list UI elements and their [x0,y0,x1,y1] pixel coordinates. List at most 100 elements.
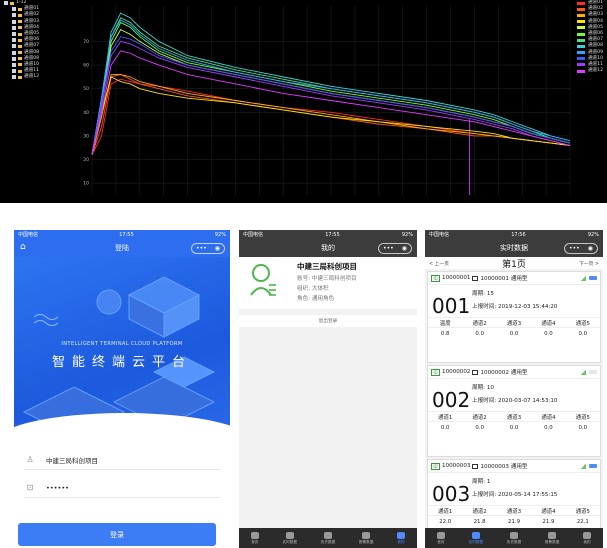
channel-grid: 温度 通道2 通道3 通道4 通道5 0.8 0.0 0.0 0.0 0.0 [428,317,600,339]
tree-item[interactable]: 通道12 [4,74,39,80]
channel-value: 0.0 [509,424,519,431]
device-id: 10000002 [442,369,471,375]
tab-label: 我的 [397,539,405,544]
password-field[interactable]: ⊡ •••••• [24,478,220,498]
close-circle-icon[interactable]: ◉ [402,245,407,252]
checkbox-icon[interactable] [12,56,16,61]
device-number: 003 [432,482,471,506]
checkbox-icon[interactable] [12,62,16,67]
capsule-menu[interactable]: ••• ◉ [191,243,225,254]
tab-icon [323,531,332,539]
device-header: ID 10000001 10000001 通用型 [428,272,600,285]
monitor-icon [472,275,479,281]
capsule-menu[interactable]: ••• ◉ [564,243,598,254]
y-tick-label: 60 [83,63,89,69]
more-icon[interactable]: ••• [383,245,394,252]
org-row: 组织: 大体积 [297,286,329,292]
checkbox-icon[interactable] [12,19,16,24]
channel-value: 22.1 [576,518,589,525]
device-id: 10000003 [442,463,471,469]
channel-value-row: 0.0 0.0 0.0 0.0 0.0 [428,422,600,433]
checkbox-icon[interactable] [12,75,16,80]
device-card[interactable]: ID 10000002 10000002 通用型 002 周期: 10 上报时间: 202… [427,365,601,457]
tab-icon [250,531,259,539]
checkbox-icon[interactable] [12,32,16,37]
legend-swatch [576,38,585,42]
tab-icon [509,531,518,539]
logout-button[interactable]: 退出登录 [239,315,417,327]
next-page-button[interactable]: 下一页 > [579,260,599,267]
tab-label: 报警数据 [544,539,560,544]
checkbox-icon[interactable] [12,7,16,12]
device-id-icon: ID [431,274,440,282]
tab-item[interactable]: 实时数据 [283,531,297,545]
channel-tree[interactable]: 1-12 通道01 通道02 通道03 通道04 通道05 通道06 通道07 通道08 通道0… [4,0,39,80]
tree-item-label: 通道12 [24,74,40,80]
checkbox-icon[interactable] [12,50,16,55]
channel-header: 通道5 [575,320,590,327]
hero-banner: INTELLIGENT TERMINAL CLOUD PLATFORM 智能终端… [14,257,230,443]
capsule-menu[interactable]: ••• ◉ [378,243,412,254]
page-number: 第1页 [502,259,526,270]
channel-header: 通道2 [472,320,487,327]
battery-level: 92% [587,231,599,238]
login-button[interactable]: 登录 [18,523,216,546]
device-id-icon: ID [431,368,440,376]
channel-header: 通道5 [575,414,590,421]
channel-header: 通道5 [575,508,590,515]
tab-item[interactable]: 历史数据 [507,531,521,545]
checkbox-icon[interactable] [12,44,16,49]
more-icon[interactable]: ••• [196,245,207,252]
lock-icon: ⊡ [26,483,34,492]
carrier-label: 中国电信 [429,232,450,238]
tab-label: 实时数据 [468,539,484,544]
mine-screen: 中国电信 17:55 92% 我的 ••• ◉ 中建三局科创项目 账号: 中建三局… [239,230,417,548]
tab-item[interactable]: 历史数据 [321,531,335,545]
checkbox-icon[interactable] [12,13,16,18]
tab-item[interactable]: 首页 [250,531,259,545]
folder-icon [18,57,22,61]
tab-item[interactable]: 首页 [436,531,445,545]
channel-grid: 通道1 通道2 通道3 通道4 通道5 22.0 21.8 21.9 21.9 22.1 [428,505,600,527]
device-cycle: 周期: 15 [472,291,494,297]
role-row: 角色: 通用角色 [297,296,335,302]
y-tick-label: 70 [83,39,89,45]
channel-value: 0.0 [544,330,553,337]
legend-swatch [576,32,585,36]
folder-icon [18,69,22,73]
tab-item[interactable]: 我的 [397,531,406,545]
legend-swatch [576,7,585,11]
tab-label: 首页 [437,539,445,544]
tab-item[interactable]: 实时数据 [468,531,484,545]
nav-bar: 我的 ••• ◉ [239,239,417,257]
close-circle-icon[interactable]: ◉ [215,245,220,252]
channel-value: 0.0 [475,330,484,337]
checkbox-icon[interactable] [12,38,16,43]
channel-header: 通道2 [472,414,487,421]
prev-page-button[interactable]: < 上一页 [429,260,449,267]
page-title: 我的 [321,244,335,252]
legend-swatch [576,1,585,5]
close-circle-icon[interactable]: ◉ [588,245,593,252]
monitor-icon [472,369,479,375]
status-bar: 中国电信 17:56 92% [425,230,603,239]
device-card[interactable]: ID 10000001 10000001 通用型 001 周期: 15 上报时间: 201… [427,271,601,363]
home-icon[interactable]: ⌂ [20,243,26,252]
checkbox-icon[interactable] [12,25,16,30]
y-tick-label: 10 [83,181,89,187]
legend-swatch [576,44,585,48]
tab-item[interactable]: 我的 [583,531,592,545]
username-field[interactable]: ♙ 中建三局科创项目 [24,450,220,470]
checkbox-icon[interactable] [12,69,16,74]
battery-level: 92% [401,231,413,238]
device-number: 001 [432,294,471,318]
more-icon[interactable]: ••• [569,245,580,252]
channel-header: 通道4 [541,414,556,421]
tab-item[interactable]: 报警数据 [544,531,560,545]
tab-item[interactable]: 报警数据 [359,531,373,545]
folder-icon [18,51,22,55]
device-id-icon: ID [431,462,440,470]
y-tick-label: 30 [83,133,89,139]
legend-swatch [576,13,585,17]
device-cycle: 周期: 1 [472,479,491,485]
